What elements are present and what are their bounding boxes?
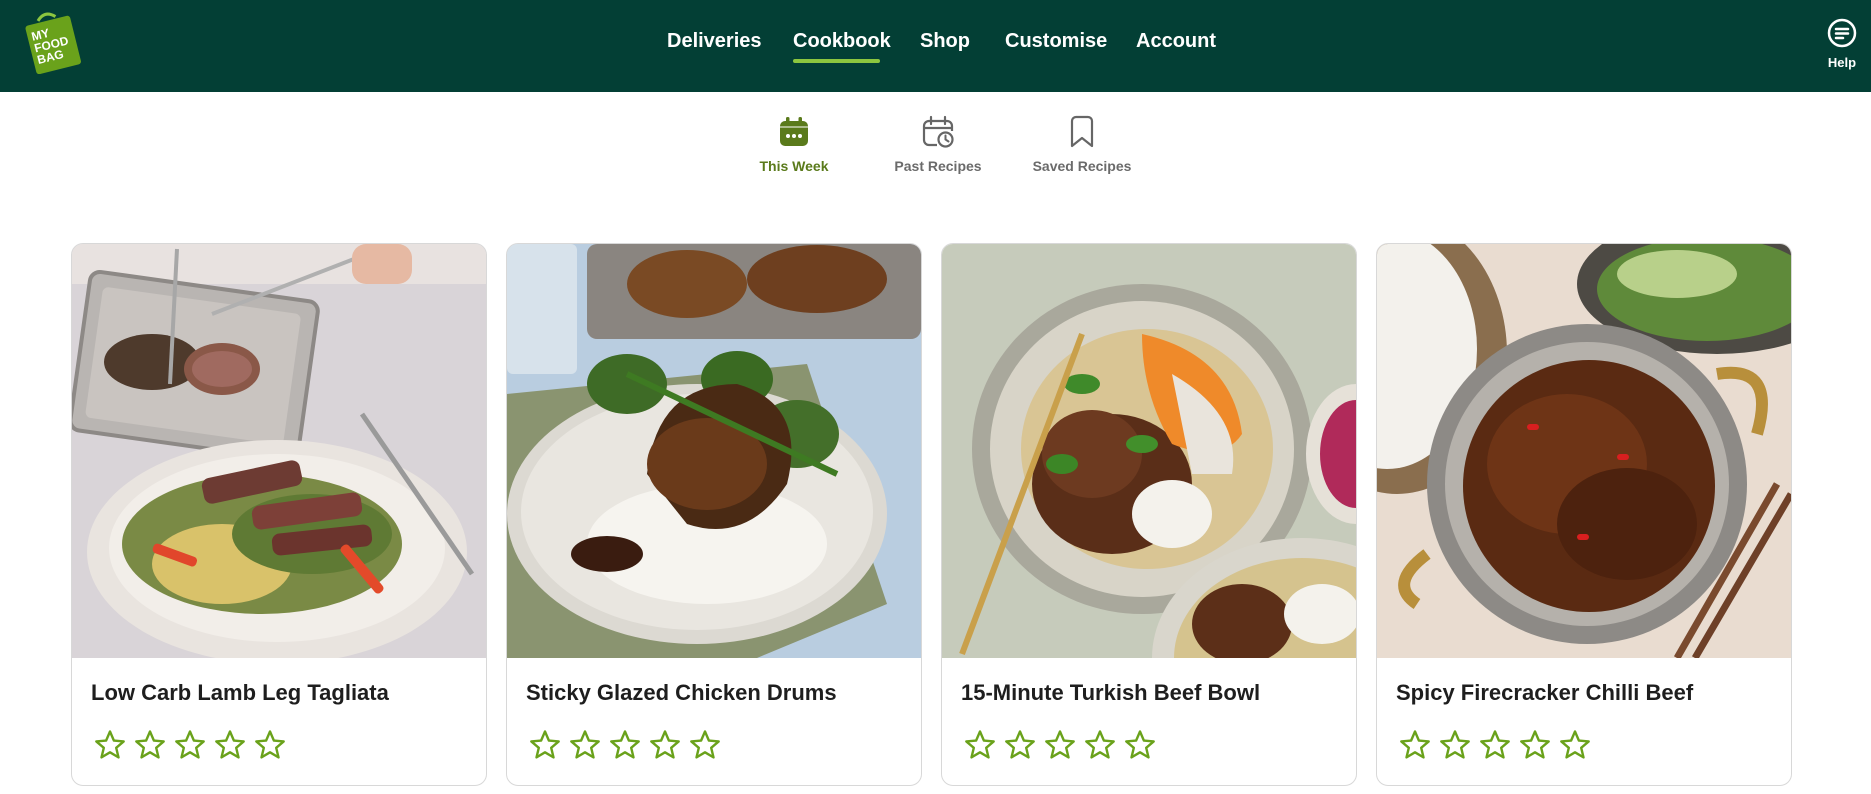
star-icon[interactable] bbox=[93, 728, 127, 762]
star-rating[interactable] bbox=[528, 728, 728, 762]
help-lines-icon bbox=[1827, 18, 1857, 48]
star-icon[interactable] bbox=[528, 728, 562, 762]
star-rating[interactable] bbox=[963, 728, 1163, 762]
active-nav-indicator bbox=[793, 59, 880, 63]
star-icon[interactable] bbox=[253, 728, 287, 762]
recipe-title: 15-Minute Turkish Beef Bowl bbox=[961, 680, 1261, 705]
star-icon[interactable] bbox=[1123, 728, 1157, 762]
top-navigation-bar: MY FOOD BAG Deliveries Cookbook Shop Cus… bbox=[0, 0, 1871, 92]
subnav-label: Saved Recipes bbox=[1032, 158, 1132, 174]
recipe-card[interactable]: Sticky Glazed Chicken Drums bbox=[506, 243, 922, 786]
subnav-this-week[interactable]: This Week bbox=[734, 114, 854, 174]
star-icon[interactable] bbox=[1558, 728, 1592, 762]
star-icon[interactable] bbox=[648, 728, 682, 762]
subnav-past-recipes[interactable]: Past Recipes bbox=[878, 114, 998, 174]
main-nav: Deliveries Cookbook Shop Customise Accou… bbox=[0, 0, 1871, 92]
star-icon[interactable] bbox=[1043, 728, 1077, 762]
star-icon[interactable] bbox=[1398, 728, 1432, 762]
star-icon[interactable] bbox=[1478, 728, 1512, 762]
star-icon[interactable] bbox=[963, 728, 997, 762]
nav-item-customise[interactable]: Customise bbox=[1005, 30, 1107, 53]
star-rating[interactable] bbox=[93, 728, 293, 762]
calendar-clock-icon bbox=[922, 115, 954, 148]
star-icon[interactable] bbox=[568, 728, 602, 762]
recipe-title: Sticky Glazed Chicken Drums bbox=[526, 680, 837, 705]
star-icon[interactable] bbox=[1518, 728, 1552, 762]
chilli-beef-pan-photo bbox=[1377, 244, 1791, 658]
help-button[interactable]: Help bbox=[1822, 18, 1862, 70]
nav-item-account[interactable]: Account bbox=[1136, 30, 1216, 53]
subnav-label: Past Recipes bbox=[894, 158, 982, 174]
recipe-card[interactable]: Low Carb Lamb Leg Tagliata bbox=[71, 243, 487, 786]
help-label: Help bbox=[1827, 55, 1857, 70]
chicken-rice-photo bbox=[507, 244, 921, 658]
star-icon[interactable] bbox=[133, 728, 167, 762]
nav-item-deliveries[interactable]: Deliveries bbox=[667, 30, 762, 53]
star-rating[interactable] bbox=[1398, 728, 1598, 762]
recipe-card[interactable]: 15-Minute Turkish Beef Bowl bbox=[941, 243, 1357, 786]
subnav-label: This Week bbox=[759, 158, 829, 174]
bookmark-icon bbox=[1070, 115, 1094, 148]
recipe-title: Low Carb Lamb Leg Tagliata bbox=[91, 680, 389, 705]
star-icon[interactable] bbox=[688, 728, 722, 762]
recipe-card[interactable]: Spicy Firecracker Chilli Beef bbox=[1376, 243, 1792, 786]
nav-item-cookbook[interactable]: Cookbook bbox=[793, 30, 891, 53]
calendar-dots-icon bbox=[780, 117, 808, 146]
star-icon[interactable] bbox=[1083, 728, 1117, 762]
recipe-title: Spicy Firecracker Chilli Beef bbox=[1396, 680, 1694, 705]
star-icon[interactable] bbox=[1438, 728, 1472, 762]
star-icon[interactable] bbox=[173, 728, 207, 762]
lamb-salad-photo bbox=[72, 244, 486, 658]
star-icon[interactable] bbox=[1003, 728, 1037, 762]
nav-item-shop[interactable]: Shop bbox=[920, 30, 970, 53]
subnav-saved-recipes[interactable]: Saved Recipes bbox=[1022, 114, 1142, 174]
beef-bowl-photo bbox=[942, 244, 1356, 658]
star-icon[interactable] bbox=[213, 728, 247, 762]
star-icon[interactable] bbox=[608, 728, 642, 762]
